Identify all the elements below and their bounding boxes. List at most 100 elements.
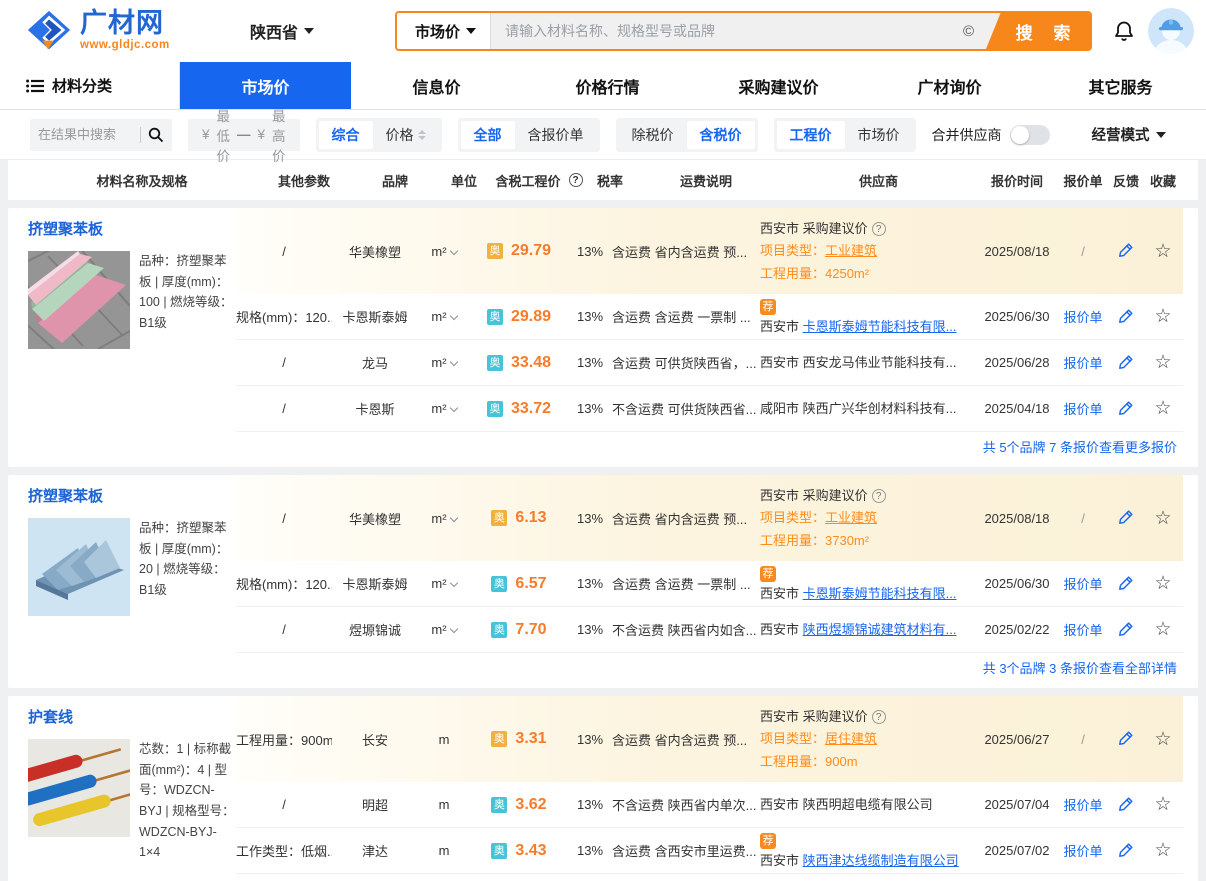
price-type-project[interactable]: 工程价 [777,121,845,149]
nav-tab-4[interactable]: 采购建议价 [693,62,864,109]
help-icon[interactable]: ? [569,173,583,187]
favorite-star[interactable]: ☆ [1143,574,1183,593]
material-catalog-button[interactable]: 材料分类 [0,62,180,109]
feedback-edit-button[interactable] [1109,841,1143,861]
unit-select[interactable]: m² [418,401,470,416]
search-icon[interactable] [148,127,164,143]
site-logo[interactable]: 广材网 www.gldjc.com [26,9,226,53]
max-price-field[interactable]: 最高价 [272,105,286,165]
quote-sheet-link[interactable]: 报价单 [1063,844,1102,859]
favorite-star[interactable]: ☆ [1143,620,1183,639]
quote-sheet-link[interactable]: 报价单 [1063,798,1102,813]
table-header-col-brand: 品牌 [352,171,438,190]
favorite-star[interactable]: ☆ [1143,730,1183,749]
project-type-value[interactable]: 居住建筑 [825,731,877,746]
nav-tab-5[interactable]: 广材询价 [864,62,1035,109]
unit-select[interactable]: m² [418,511,470,526]
favorite-star[interactable]: ☆ [1143,399,1183,418]
feedback-edit-button[interactable] [1109,241,1143,261]
quote-sheet-link[interactable]: 报价单 [1063,402,1102,417]
nav-tab-6[interactable]: 其它服务 [1035,62,1206,109]
material-title-link[interactable]: 挤塑聚苯板 [28,218,236,239]
favorite-star[interactable]: ☆ [1143,795,1183,814]
result-search-input[interactable] [38,127,138,142]
region-selector[interactable]: 陕西省 [250,19,355,43]
help-icon[interactable]: ? [872,710,886,724]
help-icon[interactable]: ? [872,489,886,503]
project-type-value[interactable]: 工业建筑 [825,243,877,258]
quote-row: /永通m奥3.6113%不含运费 两票制 合作...西安市 杭州电缆股份有限公司… [236,874,1183,881]
supplier-link[interactable]: 陕西煜塬锦诚建筑材料有... [803,622,957,637]
quote-option-all[interactable]: 全部 [461,121,515,149]
price-cell: 奥29.79 [470,242,568,260]
sort-option-price[interactable]: 价格 [373,121,439,149]
feedback-edit-button[interactable] [1109,729,1143,749]
tax-option-excl[interactable]: 除税价 [619,121,687,149]
price-range-filter[interactable]: ¥ 最低价 — ¥ 最高价 [188,119,300,151]
quote-date: 2025/07/04 [977,797,1057,812]
project-type-value[interactable]: 工业建筑 [825,510,877,525]
favorite-star[interactable]: ☆ [1143,841,1183,860]
chevron-down-icon [466,28,476,34]
search-input[interactable] [491,23,986,39]
favorite-star[interactable]: ☆ [1143,509,1183,528]
nav-tab-1[interactable]: 市场价 [180,62,351,109]
more-quotes-link[interactable]: 共 3个品牌 3 条报价查看全部详情 [236,653,1183,688]
quote-sheet-cell: / [1057,511,1109,526]
currency-symbol: ¥ [202,127,210,142]
unit-select[interactable]: m² [418,622,470,637]
unit-select[interactable]: m [418,732,470,747]
quote-sheet-link[interactable]: 报价单 [1063,310,1102,325]
nav-tab-3[interactable]: 价格行情 [522,62,693,109]
tax-option-incl[interactable]: 含税价 [687,121,755,149]
supplier-city: 咸阳市 [760,401,803,416]
material-info: 挤塑聚苯板 品种：挤塑聚苯板 | 厚度(mm)：20 | 燃烧等级：B1级 [8,475,236,688]
favorite-star[interactable]: ☆ [1143,353,1183,372]
feedback-edit-button[interactable] [1109,399,1143,419]
material-title-link[interactable]: 挤塑聚苯板 [28,485,236,506]
quote-sheet-link[interactable]: 报价单 [1063,577,1102,592]
header-label: 报价单 [1063,171,1102,190]
header-label: 供应商 [859,171,898,190]
business-mode-dropdown[interactable]: 经营模式 [1092,124,1166,145]
feedback-edit-button[interactable] [1109,353,1143,373]
supplier-link[interactable]: 卡恩斯泰姆节能科技有限... [803,586,957,601]
feedback-edit-button[interactable] [1109,620,1143,640]
chevron-down-icon [449,312,457,320]
favorite-star[interactable]: ☆ [1143,242,1183,261]
quote-sheet-cell: / [1057,244,1109,259]
feedback-edit-button[interactable] [1109,795,1143,815]
feedback-edit-button[interactable] [1109,508,1143,528]
nav-tab-2[interactable]: 信息价 [351,62,522,109]
min-price-field[interactable]: 最低价 [217,105,231,165]
unit-select[interactable]: m² [418,309,470,324]
quote-sheet-link[interactable]: 报价单 [1063,356,1102,371]
feedback-edit-button[interactable] [1109,574,1143,594]
unit-select[interactable]: m² [418,576,470,591]
search-category-dropdown[interactable]: 市场价 [397,13,491,49]
notification-bell-icon[interactable] [1112,19,1136,43]
freight-note: 含运费 省内含运费 预... [612,730,760,749]
favorite-star[interactable]: ☆ [1143,307,1183,326]
price-type-market[interactable]: 市场价 [845,121,913,149]
unit-select[interactable]: m² [418,355,470,370]
quote-option-with-sheet[interactable]: 含报价单 [515,121,597,149]
material-title-link[interactable]: 护套线 [28,706,236,727]
tax-rate: 13% [568,576,612,591]
quote-date: 2025/02/22 [977,622,1057,637]
feedback-edit-button[interactable] [1109,307,1143,327]
unit-select[interactable]: m² [418,244,470,259]
unit-select[interactable]: m [418,843,470,858]
unit-select[interactable]: m [418,797,470,812]
merge-supplier-toggle[interactable] [1010,125,1050,145]
supplier-link[interactable]: 陕西津达线缆制造有限公司 [803,853,959,868]
material-spec: 品种：挤塑聚苯板 | 厚度(mm)：20 | 燃烧等级：B1级 [139,518,235,616]
sort-option-comprehensive[interactable]: 综合 [319,121,373,149]
quote-sheet-link[interactable]: 报价单 [1063,623,1102,638]
more-quotes-link[interactable]: 共 5个品牌 7 条报价查看更多报价 [236,432,1183,467]
help-icon[interactable]: ? [872,222,886,236]
supplier-link[interactable]: 卡恩斯泰姆节能科技有限... [803,319,957,334]
search-button[interactable]: 搜 索 [986,13,1090,49]
table-header-col-material: 材料名称及规格 [28,171,256,190]
user-avatar[interactable] [1148,8,1194,54]
